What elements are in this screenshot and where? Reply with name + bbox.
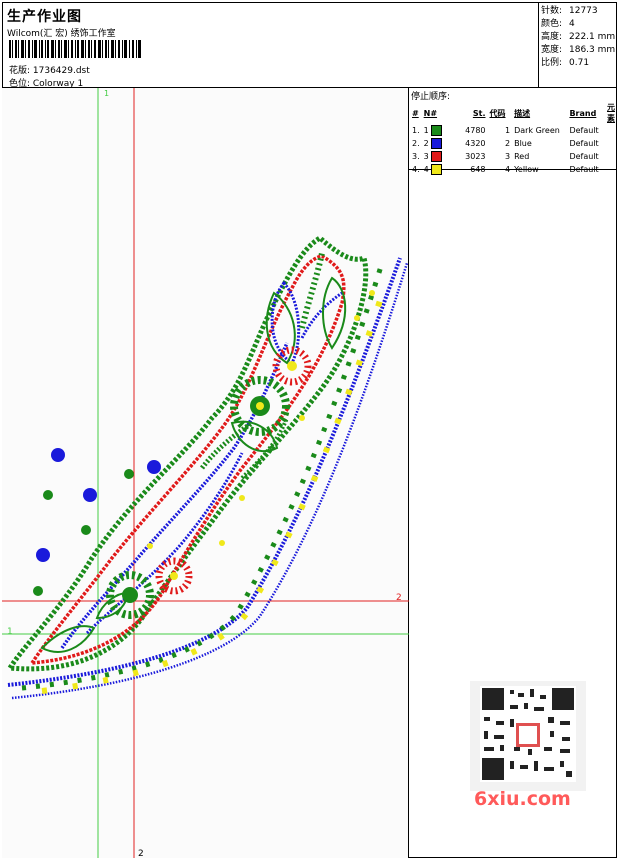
design-file-label: 花版: 1736429.dst: [9, 66, 90, 76]
table-row: 2. 2 4320 2 Blue Default: [412, 138, 599, 149]
table-header-row: # N# St. 代码 描述 Brand 元素: [412, 103, 615, 123]
table-row: 1. 1 4780 1 Dark Green Default: [412, 125, 599, 136]
guide-label-h1: 1: [7, 627, 13, 637]
color-swatch: [431, 125, 443, 136]
color-swatch: [431, 164, 443, 175]
page-title: 生产作业图: [7, 9, 82, 25]
embroidery-design-canvas: 1 2 1 2: [2, 88, 409, 859]
table-row: 4. 4 648 4 Yellow Default: [412, 164, 599, 175]
stat-row: 针数: 12773: [541, 6, 598, 16]
stat-row: 宽度: 186.3 mm: [541, 45, 616, 55]
guide-label-v2: 2: [138, 849, 144, 858]
stop-sequence-panel: 停止顺序: # N# St. 代码 描述 Brand 元素 1. 1 4780 …: [409, 88, 617, 175]
color-swatch: [431, 138, 443, 149]
stat-row: 高度: 222.1 mm: [541, 32, 616, 42]
red-flower-icon: [155, 557, 193, 595]
green-flower-icon: [230, 376, 290, 436]
company-name: Wilcom(汇 宏) 绣饰工作室: [7, 29, 116, 39]
stop-sequence-table: # N# St. 代码 描述 Brand 元素 1. 1 4780 1 Dark…: [410, 102, 617, 176]
stats-panel: 针数: 12773 颜色: 4 高度: 222.1 mm 宽度: 186.3 mm 比例…: [539, 2, 617, 88]
site-logo: 6xiu.com: [474, 788, 571, 810]
table-row: 3. 3 3023 3 Red Default: [412, 151, 599, 162]
guide-label-v1: 1: [104, 89, 109, 98]
barcode-icon: [9, 40, 141, 58]
stat-row: 颜色: 4: [541, 19, 575, 29]
header-panel: 生产作业图 Wilcom(汇 宏) 绣饰工作室 花版: 1736429.dst …: [2, 2, 539, 89]
stat-row: 比例: 0.71: [541, 58, 590, 68]
qr-code-icon: [470, 681, 586, 791]
color-swatch: [431, 151, 443, 162]
embroidery-design-image: 1 2 1 2: [2, 88, 409, 859]
stop-sequence-label: 停止顺序:: [411, 92, 451, 102]
guide-label-h2: 2: [396, 593, 402, 603]
